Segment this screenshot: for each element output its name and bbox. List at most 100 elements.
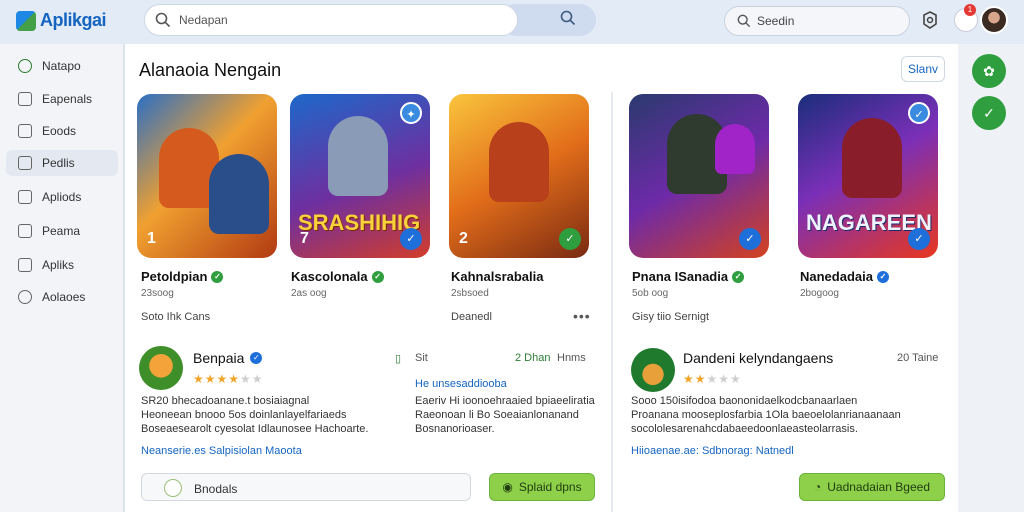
sidebar-item-label: Eapenals <box>42 92 93 106</box>
bookmark-icon[interactable]: ▯ <box>395 352 401 365</box>
review-body: Eaeriv Hi ioonoehraaied bpiaeeliratia Ra… <box>415 395 595 435</box>
settings-icon[interactable] <box>920 10 940 30</box>
app-logo[interactable]: Aplikgai <box>16 10 107 31</box>
verified-icon: ✓ <box>559 228 581 250</box>
card-subtitle: 2as oog <box>291 288 327 299</box>
game-card[interactable]: ✓ <box>629 94 769 258</box>
verified-icon: ✓ <box>250 352 263 364</box>
verified-icon: ✓ <box>371 270 384 283</box>
pen-icon <box>18 190 32 204</box>
reviewer-avatar[interactable] <box>631 348 675 392</box>
reply-button-label: Splaid dpns <box>518 480 582 494</box>
sidebar-item-label: Apliods <box>42 190 82 204</box>
sidebar-item-label: Apliks <box>42 258 75 272</box>
folder-icon <box>18 124 32 138</box>
reviewer-name[interactable]: Dandeni kelyndangaens <box>683 350 833 366</box>
sidebar-item-home[interactable]: Natapo <box>6 53 118 79</box>
card-rank: 7 <box>300 230 309 247</box>
reply-input[interactable]: Bnodals <box>141 473 471 501</box>
grid-icon <box>18 258 32 272</box>
row-meta: Gisy tiio Sernigt <box>632 311 710 323</box>
shield-icon: ✓ <box>908 102 930 124</box>
card-subtitle: 2bogoog <box>800 288 839 299</box>
logo-icon <box>16 10 36 31</box>
card-title[interactable]: Nanedadaia ✓ <box>800 269 889 284</box>
sidebar-item-3[interactable]: Eoods <box>6 118 118 144</box>
row-meta: Soto Ihk Cans <box>141 311 211 323</box>
game-art <box>328 116 388 196</box>
verified-icon: ✓ <box>908 228 930 250</box>
game-card[interactable]: ✓ NAGAREEN ✓ <box>798 94 938 258</box>
sidebar-item-4[interactable]: Pedlis <box>6 150 118 176</box>
sidebar-item-8[interactable]: Aolaoes <box>6 284 118 310</box>
review-meta: Sit <box>415 352 428 364</box>
search-icon <box>155 12 171 28</box>
card-subtitle: 23soog <box>141 288 174 299</box>
review-date: 2 Dhan <box>515 352 551 364</box>
sidebar-item-label: Natapo <box>42 59 81 73</box>
verified-icon: ✓ <box>211 270 224 283</box>
rail-check-icon[interactable]: ✓ <box>972 96 1006 130</box>
sidebar-nav: Natapo Eapenals Eoods Pedlis Apliods Pea… <box>0 44 124 512</box>
sidebar-item-label: Peama <box>42 224 81 238</box>
search-input[interactable]: Nedapan <box>144 4 518 36</box>
game-art <box>489 122 549 202</box>
share-button[interactable]: Slanv <box>901 56 945 82</box>
review-body: Sooo 150isifodoa baononidaelkodcbanaarla… <box>631 395 901 435</box>
sidebar-item-5[interactable]: Apliods <box>6 184 118 210</box>
review-date: 20 Taine <box>897 352 939 364</box>
search-icon <box>737 14 751 28</box>
game-art <box>715 124 755 174</box>
logo-text: Aplikgai <box>40 10 107 30</box>
sidebar-item-7[interactable]: Apliks <box>6 252 118 278</box>
app-icon <box>164 479 182 497</box>
card-title[interactable]: Kahnalsrabalia <box>451 269 544 284</box>
more-options-icon[interactable]: ••• <box>573 308 591 324</box>
review-body: SR20 bhecadoanane.t bosiaiagnal Heoneean… <box>141 395 369 435</box>
card-title[interactable]: Petoldpian ✓ <box>141 269 224 284</box>
review-meta: Hnms <box>557 352 586 364</box>
secondary-search-input[interactable]: Seedin <box>724 6 910 36</box>
reply-button[interactable]: ◉ Splaid dpns <box>489 473 595 501</box>
row-meta: Deanedl <box>451 311 492 323</box>
sparkle-icon: ✦ <box>400 102 422 124</box>
verified-icon: ✓ <box>876 270 889 283</box>
user-avatar[interactable] <box>980 6 1008 34</box>
card-title[interactable]: Pnana ISanadia ✓ <box>632 269 745 284</box>
top-header: Aplikgai Nedapan Seedin 1 <box>0 0 1024 44</box>
game-card[interactable]: 1 <box>137 94 277 258</box>
rating-stars: ★★★★★ <box>683 372 742 386</box>
search-placeholder: Nedapan <box>179 13 228 27</box>
column-divider <box>611 92 613 512</box>
game-art <box>842 118 902 198</box>
rail-action-icon[interactable]: ✿ <box>972 54 1006 88</box>
action-button-label: Uadnadaian Bgeed <box>827 480 930 494</box>
main-panel: Alanaoia Nengain Slanv 1 ✦ SRASHIHIG 7 ✓… <box>124 44 958 512</box>
reviewer-name[interactable]: Benpaia ✓ <box>193 350 263 366</box>
play-icon: ◔ <box>813 480 822 494</box>
card-rank: 2 <box>459 230 468 247</box>
list-icon <box>18 224 32 238</box>
settings-icon <box>18 290 32 304</box>
review-link[interactable]: Hiioaenae.ae: Sdbnorag: Natnedl <box>631 445 794 457</box>
notification-badge: 1 <box>964 4 976 16</box>
search-submit-icon[interactable] <box>560 10 576 26</box>
review-link[interactable]: Neanserie.es Salpisiolan Maoota <box>141 445 302 457</box>
document-icon <box>18 92 32 106</box>
card-subtitle: 2sbsoed <box>451 288 489 299</box>
sidebar-item-label: Aolaoes <box>42 290 86 304</box>
review-subheading[interactable]: He unsesaddiooba <box>415 378 507 390</box>
sidebar-item-6[interactable]: Peama <box>6 218 118 244</box>
reviewer-avatar[interactable] <box>139 346 183 390</box>
rating-stars: ★★★★★★ <box>193 372 264 386</box>
action-button[interactable]: ◔ Uadnadaian Bgeed <box>799 473 945 501</box>
card-subtitle: 5ob oog <box>632 288 669 299</box>
chat-icon <box>18 156 32 170</box>
card-title[interactable]: Kascolonala ✓ <box>291 269 384 284</box>
game-card[interactable]: ✦ SRASHIHIG 7 ✓ <box>290 94 430 258</box>
page-title: Alanaoia Nengain <box>139 60 282 80</box>
game-card[interactable]: 2 ✓ <box>449 94 589 258</box>
verified-icon: ✓ <box>739 228 761 250</box>
sidebar-item-2[interactable]: Eapenals <box>6 86 118 112</box>
home-icon <box>18 59 32 73</box>
